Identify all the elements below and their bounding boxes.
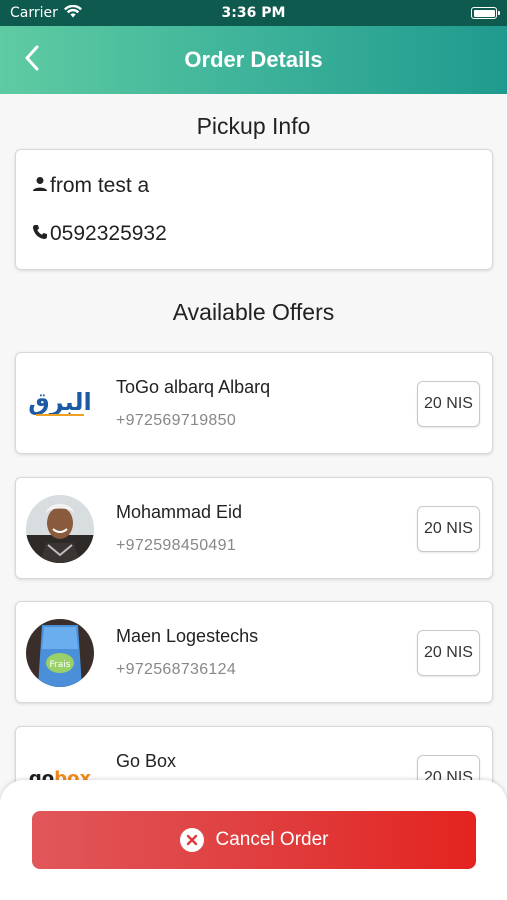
offer-card[interactable]: Frais Maen Logestechs +972568736124 20 N…: [15, 601, 493, 703]
battery-icon: [471, 7, 500, 19]
cancel-order-label: Cancel Order: [215, 829, 329, 850]
bottom-sheet: Cancel Order: [0, 780, 507, 900]
chevron-left-icon: [24, 45, 40, 75]
person-icon: [32, 174, 48, 198]
svg-text:البرق: البرق: [28, 388, 91, 416]
albarq-logo-avatar: البرق: [26, 370, 94, 438]
offer-name: ToGo albarq Albarq: [116, 377, 271, 397]
offer-name: Go Box: [116, 751, 177, 771]
status-bar: Carrier 3:36 PM: [0, 0, 507, 26]
price-badge[interactable]: 20 NIS: [417, 630, 480, 676]
svg-text:Frais: Frais: [50, 660, 71, 670]
carrier-label: Carrier: [10, 5, 58, 21]
pickup-card: from test a 0592325932: [15, 149, 493, 270]
pickup-section-title: Pickup Info: [196, 113, 311, 139]
offer-card[interactable]: البرق ToGo albarq Albarq +972569719850 2…: [15, 352, 493, 454]
person-photo-avatar: [26, 495, 94, 563]
offer-name: Maen Logestechs: [116, 626, 259, 646]
cancel-order-button[interactable]: Cancel Order: [32, 811, 476, 869]
offer-card[interactable]: Mohammad Eid +972598450491 20 NIS: [15, 477, 493, 579]
offer-name: Mohammad Eid: [116, 502, 243, 522]
offer-phone: +972568736124: [116, 661, 237, 678]
offer-phone: +972569719850: [116, 412, 237, 429]
nav-bar: Order Details: [0, 26, 507, 94]
price-badge[interactable]: 20 NIS: [417, 381, 480, 427]
page-title: Order Details: [184, 47, 323, 72]
wifi-icon: [63, 4, 82, 22]
offer-phone: +972598450491: [116, 537, 237, 554]
phone-icon: [32, 222, 48, 246]
product-photo-avatar: Frais: [26, 619, 94, 687]
pickup-phone: 0592325932: [50, 222, 167, 245]
price-badge[interactable]: 20 NIS: [417, 506, 480, 552]
back-button[interactable]: [14, 40, 50, 80]
pickup-name-row: from test a: [32, 174, 149, 198]
offers-section-title: Available Offers: [172, 299, 335, 325]
status-left: Carrier: [10, 4, 82, 22]
pickup-phone-row: 0592325932: [32, 222, 167, 246]
close-circle-icon: [179, 828, 204, 852]
pickup-name: from test a: [50, 174, 150, 197]
